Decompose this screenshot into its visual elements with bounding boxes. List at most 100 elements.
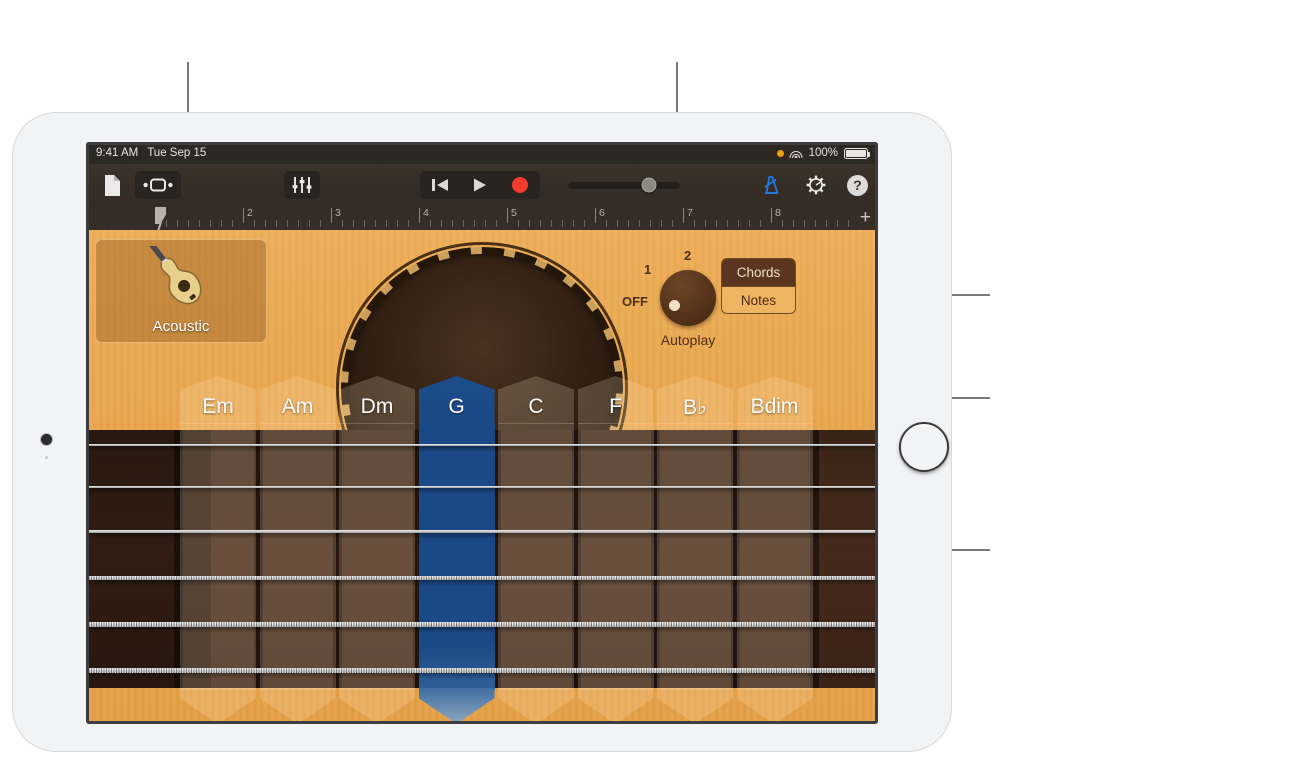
ruler-tick — [529, 220, 530, 227]
ruler-tick — [353, 220, 354, 227]
ruler-tick — [650, 220, 651, 227]
chord-strip-foot — [657, 688, 733, 724]
gear-icon[interactable] — [801, 171, 831, 199]
string-shadow — [86, 673, 878, 680]
volume-slider[interactable] — [568, 177, 680, 193]
chord-strip-label: B♭ — [683, 396, 707, 419]
ruler-tick — [221, 220, 222, 227]
add-section-button[interactable]: + — [860, 208, 871, 227]
help-button[interactable]: ? — [847, 174, 868, 196]
play-icon[interactable] — [460, 171, 500, 199]
chord-strip-foot — [418, 688, 495, 724]
ruler-tick — [617, 220, 618, 227]
ruler-tick — [551, 220, 552, 227]
ruler-tick — [474, 220, 475, 227]
ruler-tick — [848, 220, 849, 227]
mixer-icon[interactable] — [284, 171, 320, 199]
chord-strip-label: Dm — [360, 395, 394, 418]
status-time: 9:41 AM — [96, 147, 139, 159]
toolbar-center-group — [284, 171, 680, 199]
chord-strip-label: F — [609, 395, 622, 418]
toolbar-right-group: ? — [755, 171, 868, 199]
transport-controls — [420, 171, 540, 199]
chord-strip-label: C — [528, 395, 544, 418]
ruler-tick — [705, 220, 706, 227]
recording-indicator-icon — [776, 149, 784, 157]
ruler-tick — [199, 220, 200, 227]
ruler-tick — [386, 220, 387, 227]
screenshot-root: 9:41 AM Tue Sep 15 100% ? 2 3 4 5 6 7 8 … — [0, 0, 1295, 777]
chord-strip-label: Em — [202, 395, 234, 418]
chord-strip-foot — [736, 688, 813, 724]
rewind-icon[interactable] — [420, 171, 460, 199]
ruler-bar-3: 3 — [331, 206, 419, 230]
ruler-tick — [364, 220, 365, 227]
ruler-bar-label: 8 — [775, 207, 781, 219]
track-view-icon[interactable] — [135, 171, 181, 199]
ruler-tick — [540, 220, 541, 227]
guitar-string-1[interactable] — [86, 444, 878, 446]
ruler-tick — [837, 220, 838, 227]
guitar-instrument-area: Acoustic OFF 1 2 3 4 Autoplay Chords — [86, 230, 878, 724]
ruler-bar-8: 8 — [771, 206, 859, 230]
ruler-tick — [397, 220, 398, 227]
guitar-string-4[interactable] — [86, 576, 878, 580]
chord-strip-foot — [577, 688, 654, 724]
home-button[interactable] — [899, 422, 949, 472]
guitar-string-5[interactable] — [86, 622, 878, 627]
ruler-bar-label: 3 — [335, 207, 341, 219]
status-bar-left: 9:41 AM Tue Sep 15 — [96, 147, 206, 159]
ruler-tick — [749, 220, 750, 227]
ruler-bar-7: 7 — [683, 206, 771, 230]
ruler-tick — [408, 220, 409, 227]
ruler-tick — [639, 220, 640, 227]
chord-strip-foot — [180, 688, 256, 724]
chord-strip-foot — [339, 688, 415, 724]
ruler-tick — [177, 220, 178, 227]
ruler-bar-1: 1 — [155, 206, 243, 230]
ruler-bar-label: 6 — [599, 207, 605, 219]
ruler-tick — [672, 220, 673, 227]
toolbar-left-group — [96, 171, 181, 199]
wifi-icon — [789, 148, 803, 158]
guitar-string-6[interactable] — [86, 668, 878, 674]
ruler-tick — [760, 220, 761, 227]
record-icon[interactable] — [500, 171, 540, 199]
ruler-tick — [584, 220, 585, 227]
ruler-tick — [562, 220, 563, 227]
ruler-bar-label: 7 — [687, 207, 693, 219]
status-bar-right: 100% — [776, 147, 870, 159]
battery-percent: 100% — [808, 147, 838, 159]
ruler-bar-5: 5 — [507, 206, 595, 230]
ruler-tick — [309, 220, 310, 227]
ruler-bar-label: 2 — [247, 207, 253, 219]
ruler[interactable]: 12 3 4 5 6 7 8 + — [86, 206, 878, 230]
ruler-tick — [485, 220, 486, 227]
string-shadow — [86, 626, 878, 633]
ruler-tick — [265, 220, 266, 227]
ruler-bar-4: 4 — [419, 206, 507, 230]
ruler-tick — [573, 220, 574, 227]
guitar-string-2[interactable] — [86, 486, 878, 489]
string-shadow — [86, 532, 878, 539]
ruler-tick — [628, 220, 629, 227]
metronome-icon[interactable] — [755, 171, 785, 199]
chord-strip-foot — [259, 688, 336, 724]
document-icon[interactable] — [96, 171, 126, 199]
ruler-tick — [826, 220, 827, 227]
ruler-bar-6: 6 — [595, 206, 683, 230]
volume-slider-knob[interactable] — [641, 177, 657, 193]
string-shadow — [86, 580, 878, 586]
ruler-bar-2: 2 — [243, 206, 331, 230]
ruler-tick — [738, 220, 739, 227]
guitar-string-3[interactable] — [86, 530, 878, 533]
ruler-tick — [342, 220, 343, 227]
guitar-strings — [86, 430, 878, 688]
ruler-bar-label: 4 — [423, 207, 429, 219]
ruler-tick — [518, 220, 519, 227]
toolbar: ? — [86, 164, 878, 206]
ruler-tick — [188, 220, 189, 227]
ruler-tick — [298, 220, 299, 227]
status-bar: 9:41 AM Tue Sep 15 100% — [86, 142, 878, 164]
ruler-bar-label: 5 — [511, 207, 517, 219]
